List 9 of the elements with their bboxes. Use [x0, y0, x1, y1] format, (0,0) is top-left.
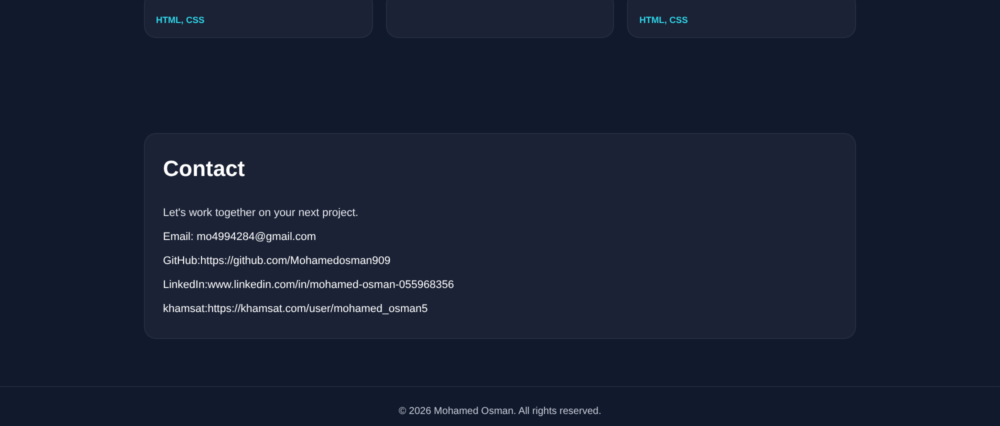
- project-tags: HTML, CSS: [639, 14, 844, 26]
- contact-heading: Contact: [163, 156, 246, 182]
- contact-line: khamsat:https://khamsat.com/user/mohamed_osman5: [163, 302, 429, 316]
- contact-intro: Let's work together on your next project.: [163, 206, 360, 220]
- contact-line: Email: mo4994284@gmail.com: [163, 230, 318, 244]
- contact-line: GitHub:https://github.com/Mohamedosman909: [163, 254, 392, 268]
- copyright-text: © 2026 Mohamed Osman. All rights reserved.: [398, 406, 602, 417]
- contact-line: LinkedIn:www.linkedin.com/in/mohamed-osman-055968356: [163, 278, 456, 292]
- project-tags: HTML, CSS: [156, 14, 361, 26]
